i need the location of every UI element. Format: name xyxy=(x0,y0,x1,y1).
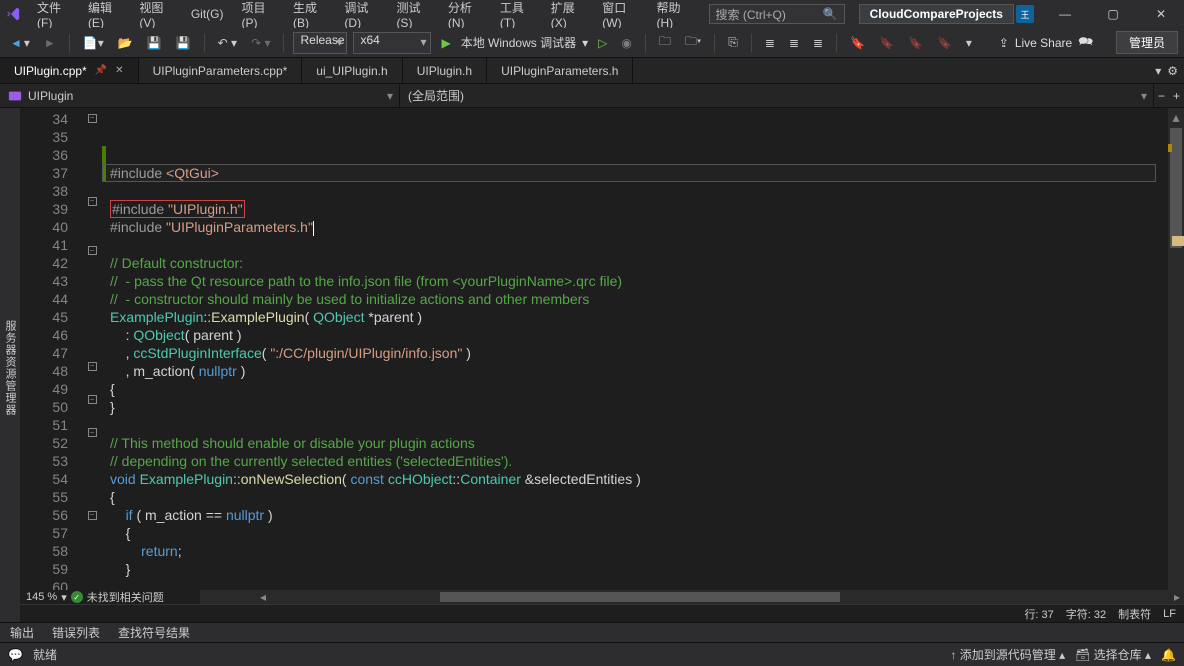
debugger-label[interactable]: 本地 Windows 调试器 xyxy=(461,34,576,51)
issues-label[interactable]: 未找到相关问题 xyxy=(87,589,164,605)
status-ready: 就绪 xyxy=(33,646,57,663)
close-button[interactable]: ✕ xyxy=(1144,0,1178,28)
document-tabs: UIPlugin.cpp* 📌 ✕ UIPluginParameters.cpp* ui… xyxy=(0,58,1184,84)
context-scope-select[interactable]: (全局范围) xyxy=(400,84,1154,107)
cpp-project-icon xyxy=(8,89,22,103)
tb-icon-a[interactable]: ⎘ xyxy=(724,33,742,52)
save-button[interactable]: 💾 xyxy=(143,34,166,52)
status-line[interactable]: 行: 37 xyxy=(1024,606,1053,622)
tab-label: ui_UIPlugin.h xyxy=(316,64,387,78)
search-input[interactable]: 搜索 (Ctrl+Q) 🔍 xyxy=(709,4,845,24)
zoom-level[interactable]: 145 % xyxy=(26,591,57,603)
notifications-icon[interactable]: 🔔 xyxy=(1161,648,1176,662)
tb-icon-indent2[interactable]: ≣ xyxy=(785,34,803,52)
tb-icon-folder2[interactable]: 🗀▾ xyxy=(681,30,705,55)
tab-dropdown-icon[interactable]: ▾ xyxy=(1155,64,1161,78)
feedback-icon[interactable]: 🗪 xyxy=(1078,32,1093,53)
status-tabs[interactable]: 制表符 xyxy=(1118,606,1151,622)
output-tab-findsym[interactable]: 查找符号结果 xyxy=(118,624,190,641)
split-minus-icon[interactable]: − xyxy=(1158,89,1165,103)
overview-marker xyxy=(1172,236,1184,246)
document-tab[interactable]: UIPlugin.h xyxy=(403,58,487,83)
status-bar: 💬 就绪 ↑ 添加到源代码管理 ▴ 🗃 选择仓库 ▴ 🔔 xyxy=(0,642,1184,666)
split-plus-icon[interactable]: + xyxy=(1173,89,1180,103)
start-nodebug-button[interactable]: ▷ xyxy=(594,34,611,52)
user-badge[interactable]: 王 xyxy=(1016,5,1034,23)
tab-label: UIPluginParameters.h xyxy=(501,64,618,78)
output-panel-tabs: 输出 错误列表 查找符号结果 xyxy=(0,622,1184,642)
new-item-button[interactable]: 📄▾ xyxy=(79,34,108,52)
repo-select-button[interactable]: 🗃 选择仓库 ▴ xyxy=(1075,646,1151,663)
tab-label: UIPlugin.h xyxy=(417,64,472,78)
context-project-select[interactable]: UIPlugin xyxy=(0,84,400,107)
liveshare-button[interactable]: Live Share xyxy=(1015,36,1072,50)
menu-git[interactable]: Git(G) xyxy=(183,3,232,25)
tb-icon-indent3[interactable]: ≣ xyxy=(809,34,827,52)
tb-icon-bm1[interactable]: 🔖 xyxy=(846,34,869,52)
hscroll-right-icon[interactable]: ▸ xyxy=(1170,590,1184,604)
tb-icon-folder[interactable]: 🗀 xyxy=(655,30,675,55)
status-eol[interactable]: LF xyxy=(1163,608,1176,620)
document-tab[interactable]: UIPluginParameters.cpp* xyxy=(139,58,303,83)
tab-label: UIPlugin.cpp* xyxy=(14,64,87,78)
pin-icon[interactable]: 📌 xyxy=(95,65,107,76)
status-char[interactable]: 字符: 32 xyxy=(1066,606,1106,622)
code-editor[interactable]: 3435363738394041424344454647484950515253… xyxy=(20,108,1184,590)
solution-name[interactable]: CloudCompareProjects xyxy=(859,4,1014,24)
source-control-button[interactable]: ↑ 添加到源代码管理 ▴ xyxy=(950,646,1065,663)
left-sidebar: 服务器资源管理器 GT 更改 资源管理器 xyxy=(0,108,20,622)
undo-button[interactable]: ↶ ▾ xyxy=(214,34,241,52)
nav-fwd-button[interactable]: ► xyxy=(40,34,60,52)
tb-icon-indent1[interactable]: ≣ xyxy=(761,34,779,52)
status-ready-icon: 💬 xyxy=(8,648,23,662)
sidebar-tab-server[interactable]: 服务器资源管理器 xyxy=(0,314,20,422)
document-tab[interactable]: ui_UIPlugin.h xyxy=(302,58,402,83)
document-tab[interactable]: UIPluginParameters.h xyxy=(487,58,633,83)
close-icon[interactable]: ✕ xyxy=(115,65,123,76)
document-tab[interactable]: UIPlugin.cpp* 📌 ✕ xyxy=(0,58,139,83)
open-button[interactable]: 📂 xyxy=(114,34,137,52)
status-ok-icon: ✓ xyxy=(71,591,83,603)
output-tab-errors[interactable]: 错误列表 xyxy=(52,624,100,641)
minimize-button[interactable]: — xyxy=(1048,0,1082,28)
search-icon: 🔍 xyxy=(823,7,838,21)
title-bar: 文件(F) 编辑(E) 视图(V) Git(G) 项目(P) 生成(B) 调试(… xyxy=(0,0,1184,28)
hscroll-thumb[interactable] xyxy=(440,592,840,602)
hscroll-left-icon[interactable]: ◂ xyxy=(256,590,270,604)
search-placeholder: 搜索 (Ctrl+Q) xyxy=(716,6,786,23)
start-debug-button[interactable]: ▶ xyxy=(437,34,454,52)
tab-settings-icon[interactable]: ⚙ xyxy=(1167,64,1178,78)
tb-icon-bm3[interactable]: 🔖 xyxy=(904,34,927,52)
platform-select[interactable]: x64 xyxy=(353,32,431,54)
tb-icon-bm5[interactable]: ▾ xyxy=(962,34,976,52)
save-all-button[interactable]: 💾 xyxy=(172,34,195,52)
tab-label: UIPluginParameters.cpp* xyxy=(153,64,288,78)
output-tab-output[interactable]: 输出 xyxy=(10,624,34,641)
vertical-scrollbar[interactable]: ▴ xyxy=(1168,108,1184,590)
tb-icon-bm4[interactable]: 🔖 xyxy=(933,34,956,52)
nav-back-button[interactable]: ◄ ▾ xyxy=(6,34,34,52)
admin-badge: 管理员 xyxy=(1116,31,1178,54)
editor-status-bar: 行: 37 字符: 32 制表符 LF xyxy=(20,604,1184,622)
tb-extra-1[interactable]: ◉ xyxy=(617,34,635,52)
config-select[interactable]: Release xyxy=(293,32,347,54)
redo-button[interactable]: ↷ ▾ xyxy=(247,34,274,52)
horizontal-scrollbar[interactable]: ◂ ▸ xyxy=(200,590,1184,604)
tb-icon-bm2[interactable]: 🔖 xyxy=(875,34,898,52)
liveshare-icon: ⇪ xyxy=(999,36,1009,50)
scroll-up-icon[interactable]: ▴ xyxy=(1168,108,1184,126)
vs-logo-icon xyxy=(6,5,21,23)
maximize-button[interactable]: ▢ xyxy=(1096,0,1130,28)
context-bar: UIPlugin (全局范围) − + xyxy=(0,84,1184,108)
main-toolbar: ◄ ▾ ► 📄▾ 📂 💾 💾 ↶ ▾ ↷ ▾ Release x64 ▶ 本地 … xyxy=(0,28,1184,58)
